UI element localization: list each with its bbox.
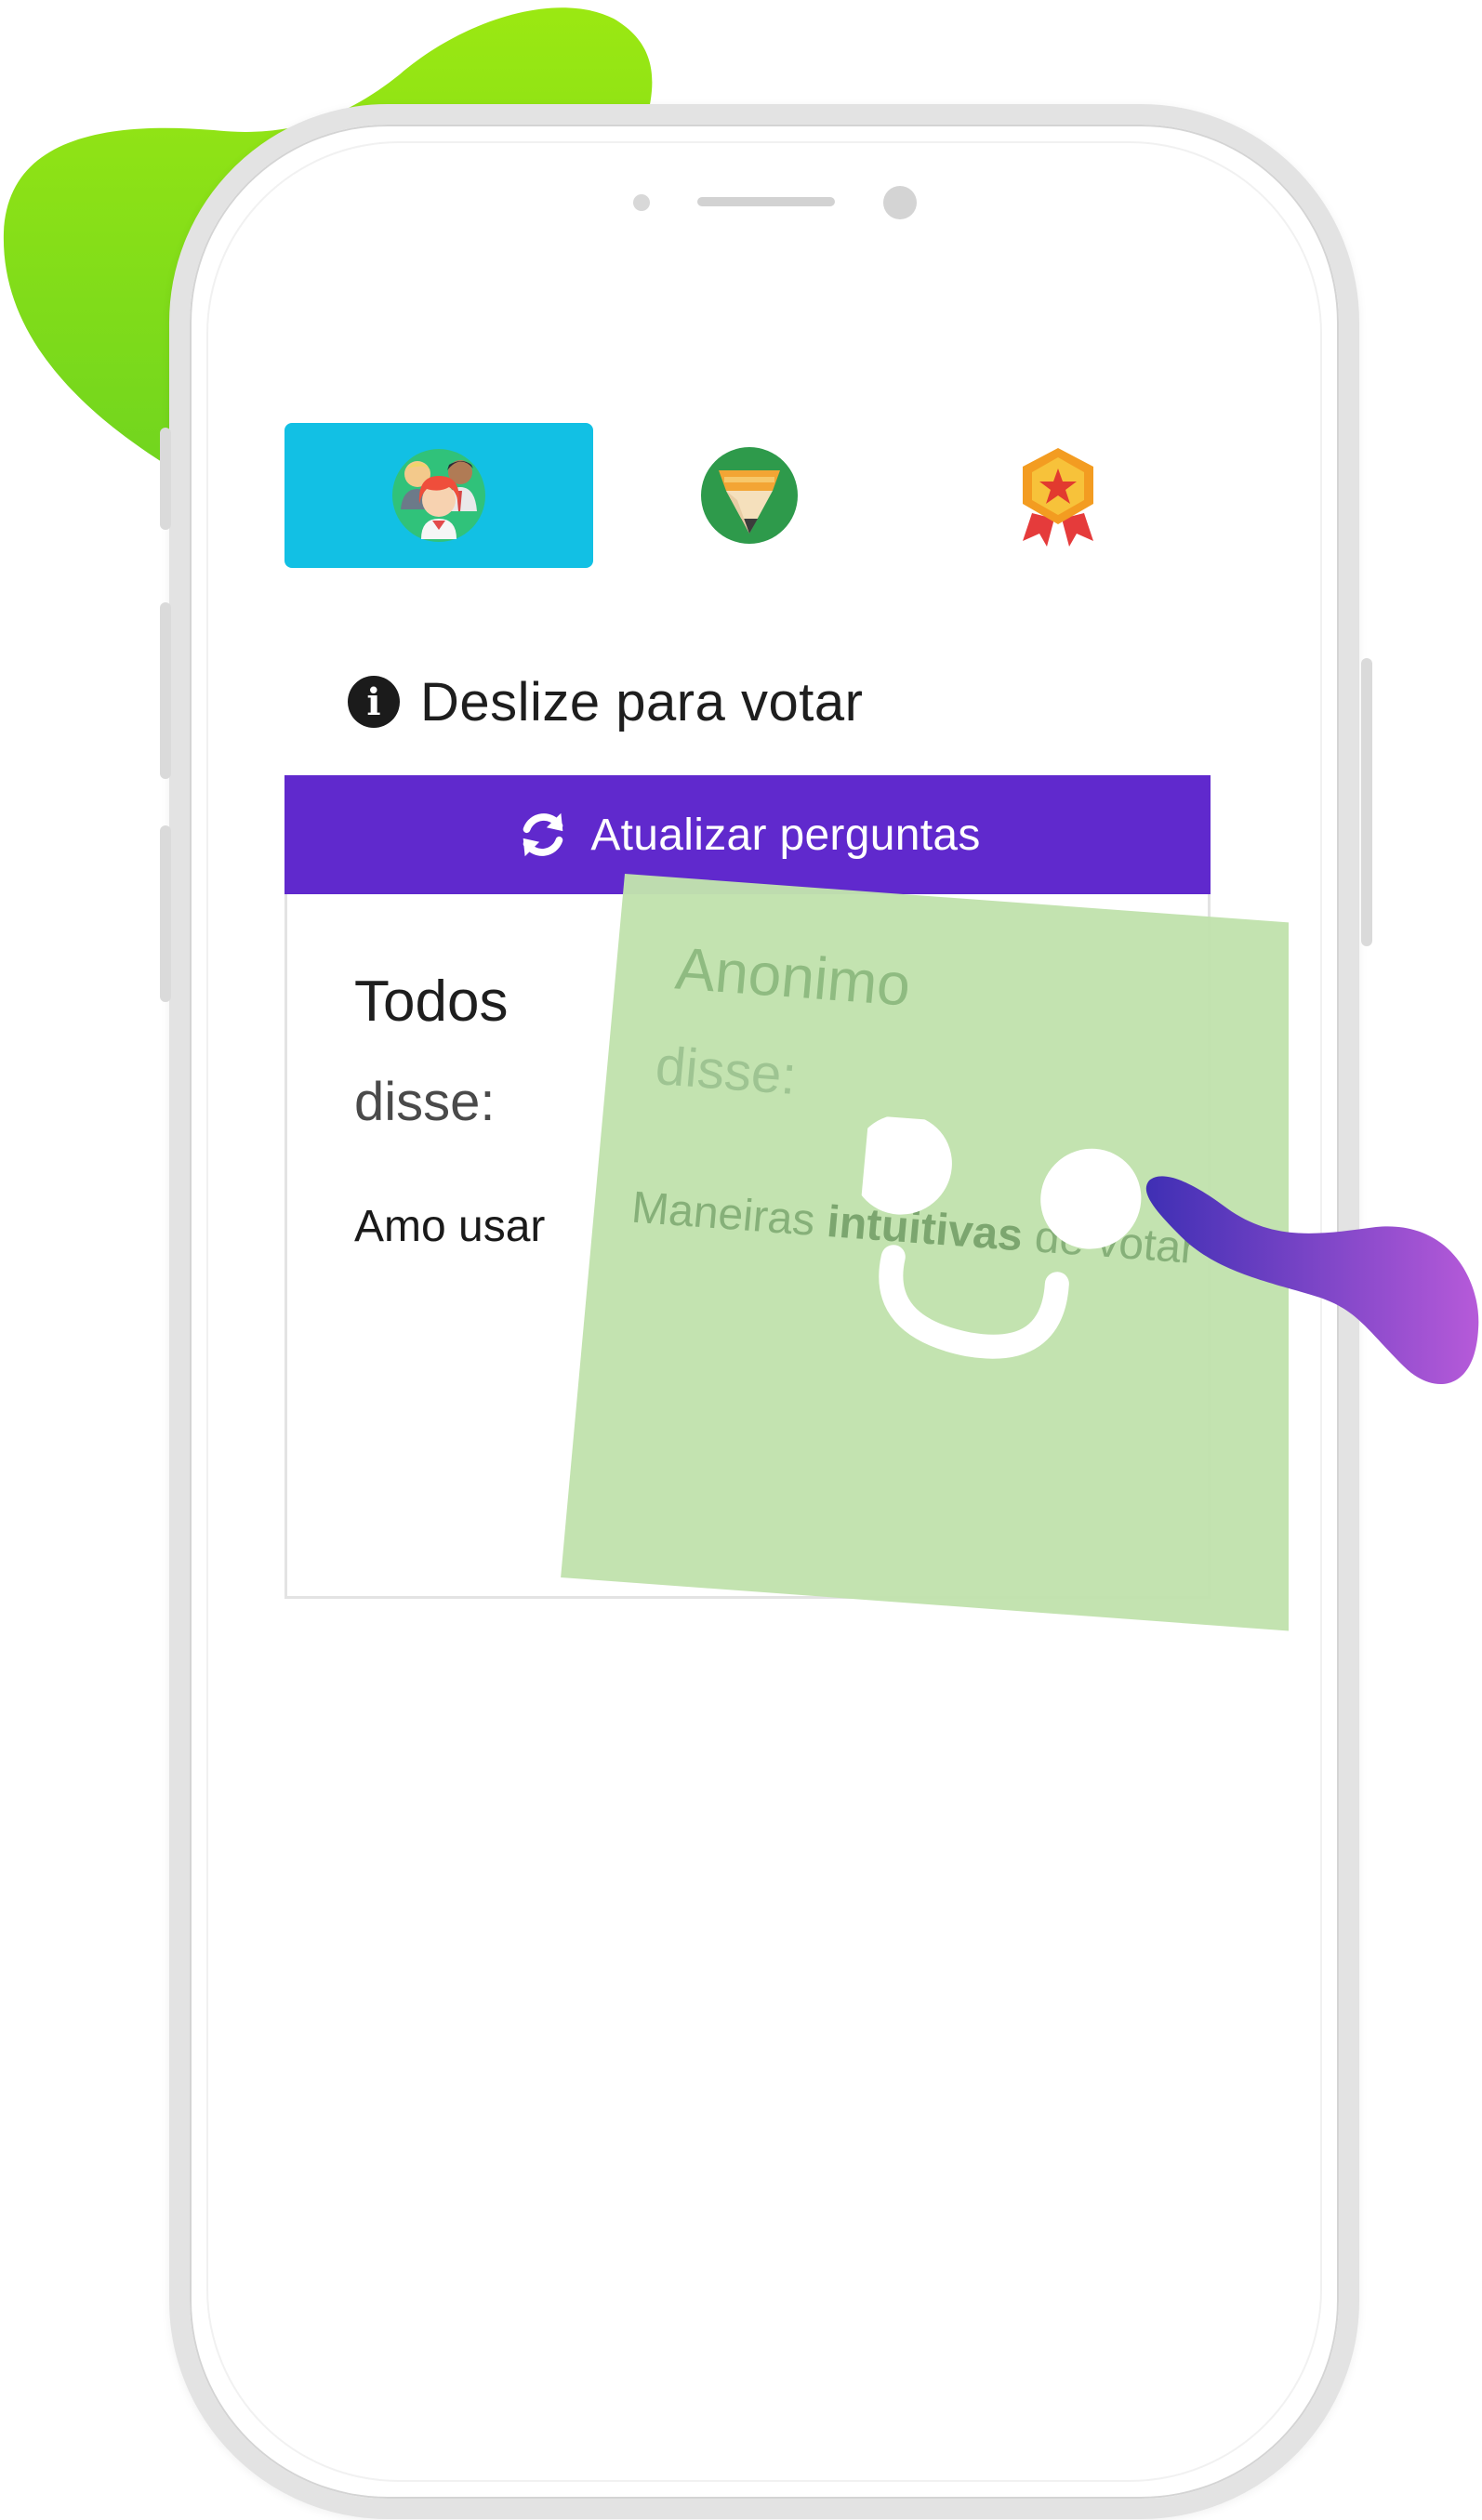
swiped-question-text-bold: intuitivas bbox=[825, 1197, 1025, 1261]
phone-power-button bbox=[1361, 658, 1372, 946]
swiped-question-text-end: de votar bbox=[1020, 1211, 1198, 1273]
promo-stage: i Deslize para votar Atualizar perguntas… bbox=[0, 0, 1482, 2520]
swipe-card-clip: Anonimo disse: Maneiras intuitivas de vo… bbox=[0, 0, 1289, 2520]
swiped-question-text: Maneiras intuitivas de votar bbox=[629, 1182, 1198, 1274]
swiped-question-card[interactable]: Anonimo disse: Maneiras intuitivas de vo… bbox=[561, 874, 1289, 1632]
swiped-question-text-start: Maneiras bbox=[629, 1182, 830, 1247]
swiped-question-author: Anonimo bbox=[672, 934, 914, 1019]
swiped-question-said-label: disse: bbox=[653, 1036, 800, 1106]
